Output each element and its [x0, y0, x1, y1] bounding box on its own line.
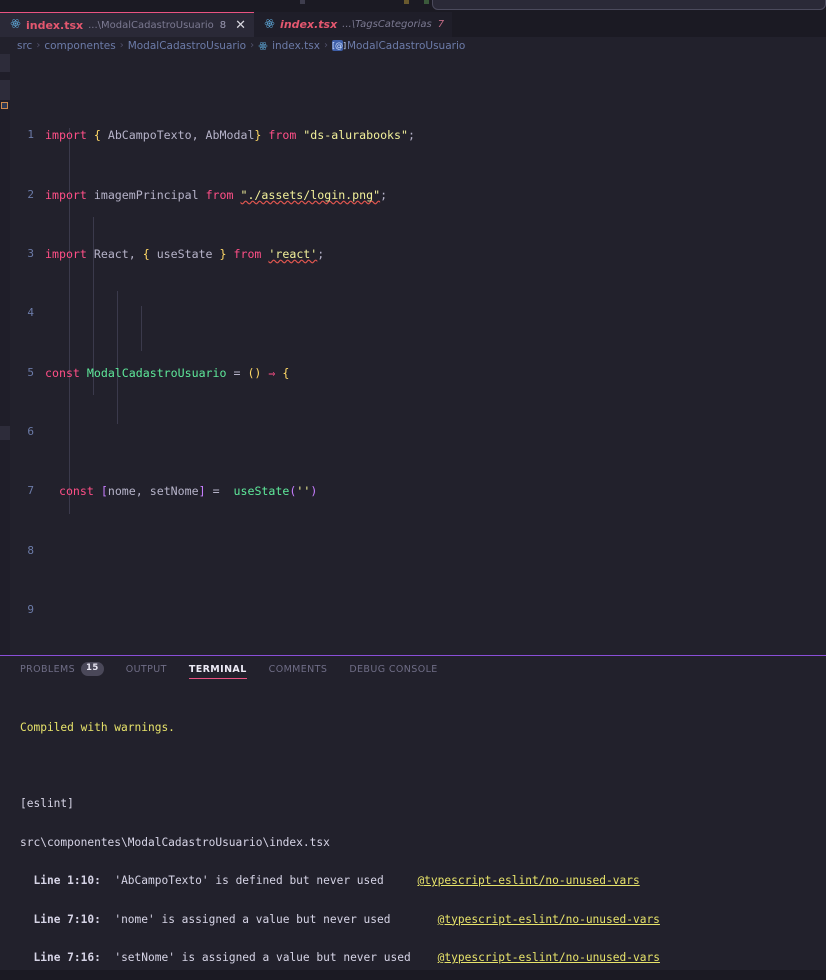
tab-comments[interactable]: COMMENTS	[269, 656, 328, 682]
breadcrumb-item-componentes[interactable]: componentes	[44, 40, 115, 52]
overview-error-mark	[1, 102, 8, 109]
react-icon	[258, 41, 268, 51]
panel-tab-bar: PROBLEMS 15 OUTPUT TERMINAL COMMENTS DEB…	[0, 656, 826, 682]
breadcrumb-separator-icon: ›	[323, 40, 328, 51]
terminal-warning-message: 'setNome' is assigned a value but never …	[114, 950, 411, 964]
line-number: 4	[27, 306, 34, 320]
tab-terminal[interactable]: TERMINAL	[188, 656, 247, 682]
code-line: 8	[10, 544, 826, 559]
line-number: 6	[27, 425, 34, 439]
breadcrumb-separator-icon: ›	[119, 40, 124, 51]
indent-guides	[45, 54, 826, 655]
breadcrumb-separator-icon: ›	[36, 40, 41, 51]
vscode-window: index.tsx ...\ModalCadastroUsuario 8 ✕ i…	[0, 0, 826, 980]
react-icon	[10, 18, 21, 32]
line-number: 8	[27, 543, 34, 557]
breadcrumb-item-src[interactable]: src	[17, 40, 32, 52]
tab-bar-empty-space	[452, 12, 826, 37]
line-number: 3	[27, 246, 34, 260]
bottom-panel: PROBLEMS 15 OUTPUT TERMINAL COMMENTS DEB…	[0, 655, 826, 970]
terminal-warning-line: Line 7:10:	[33, 912, 101, 926]
tab-label: index.tsx	[26, 18, 84, 32]
symbol-constant-icon: [@]	[331, 40, 347, 51]
code-line: 6	[10, 425, 826, 440]
tab-output[interactable]: OUTPUT	[126, 656, 167, 682]
panel-tab-label: COMMENTS	[268, 663, 328, 675]
terminal-warning-message: 'nome' is assigned a value but never use…	[114, 912, 391, 926]
terminal-warning-line: Line 1:10:	[33, 874, 101, 888]
terminal-warning-rule[interactable]: @typescript-eslint/no-unused-vars	[417, 874, 639, 887]
terminal-line-compiled: Compiled with warnings.	[20, 720, 175, 734]
overview-mark	[0, 426, 10, 440]
panel-tab-label: PROBLEMS	[20, 663, 76, 675]
tab-problem-count: 7	[437, 19, 445, 30]
terminal-warning-message: 'AbCampoTexto' is defined but never used	[114, 874, 384, 888]
breadcrumb-separator-icon: ›	[250, 40, 255, 51]
tab-problems[interactable]: PROBLEMS 15	[20, 656, 104, 682]
window-decoration-dot	[300, 0, 305, 4]
tab-label: index.tsx	[280, 18, 338, 31]
breadcrumb: src › componentes › ModalCadastroUsuario…	[0, 37, 826, 54]
panel-tab-label: TERMINAL	[188, 663, 247, 675]
breadcrumb-item-modalcadastrousuario[interactable]: ModalCadastroUsuario	[128, 40, 246, 52]
overview-mark	[0, 54, 10, 72]
code-line: 3 import React, { useState } from 'react'…	[10, 247, 826, 262]
line-number: 9	[27, 603, 34, 617]
editor-tab-bar: index.tsx ...\ModalCadastroUsuario 8 ✕ i…	[0, 12, 826, 37]
command-center[interactable]	[432, 0, 826, 10]
window-decoration-dot	[404, 0, 409, 4]
tab-path: ...\TagsCategorias	[342, 19, 432, 30]
breadcrumb-item-symbol-modalcadastrousuario[interactable]: ModalCadastroUsuario	[347, 40, 465, 52]
editor-tab-tagscategorias[interactable]: index.tsx ...\TagsCategorias 7	[254, 12, 453, 37]
tab-debug-console[interactable]: DEBUG CONSOLE	[349, 656, 437, 682]
editor-overview-ruler[interactable]	[0, 54, 10, 655]
terminal-warning-rule[interactable]: @typescript-eslint/no-unused-vars	[438, 951, 660, 964]
code-line: 1 import { AbCampoTexto, AbModal} from "d…	[10, 128, 826, 143]
panel-tab-label: DEBUG CONSOLE	[349, 663, 438, 675]
line-number: 1	[27, 128, 34, 142]
react-icon	[264, 18, 275, 32]
code-line: 5 const ModalCadastroUsuario = () ⇒ {	[10, 366, 826, 381]
terminal-line-filepath: src\componentes\ModalCadastroUsuario\ind…	[20, 835, 330, 849]
code-content[interactable]: 1 import { AbCampoTexto, AbModal} from "d…	[10, 54, 826, 655]
window-decoration-dot	[424, 0, 429, 4]
close-icon[interactable]: ✕	[235, 19, 246, 32]
terminal-output[interactable]: Compiled with warnings. [eslint] src\com…	[0, 682, 826, 970]
code-line: 7 const [nome, setNome] = useState('')	[10, 484, 826, 499]
line-number: 2	[27, 187, 34, 201]
editor-tab-modalcadastrousuario[interactable]: index.tsx ...\ModalCadastroUsuario 8 ✕	[0, 12, 255, 37]
tab-problem-count: 8	[219, 19, 227, 31]
line-number: 7	[27, 484, 34, 498]
panel-tab-label: OUTPUT	[125, 663, 167, 675]
terminal-line-eslint-header: [eslint]	[20, 797, 74, 811]
overview-mark	[0, 80, 10, 100]
terminal-warning-line: Line 7:16:	[33, 950, 101, 964]
code-line: 9	[10, 603, 826, 618]
status-bar	[0, 970, 826, 980]
terminal-warning-rule[interactable]: @typescript-eslint/no-unused-vars	[438, 913, 660, 926]
code-line: 2 import imagemPrincipal from "./assets/l…	[10, 188, 826, 203]
code-editor[interactable]: 1 import { AbCampoTexto, AbModal} from "d…	[0, 54, 826, 655]
line-number: 5	[27, 365, 34, 379]
breadcrumb-item-index-tsx[interactable]: index.tsx	[272, 40, 320, 52]
code-line: 4	[10, 306, 826, 321]
problems-count-badge: 15	[81, 662, 104, 676]
title-bar	[0, 0, 826, 12]
tab-path: ...\ModalCadastroUsuario	[88, 19, 214, 31]
